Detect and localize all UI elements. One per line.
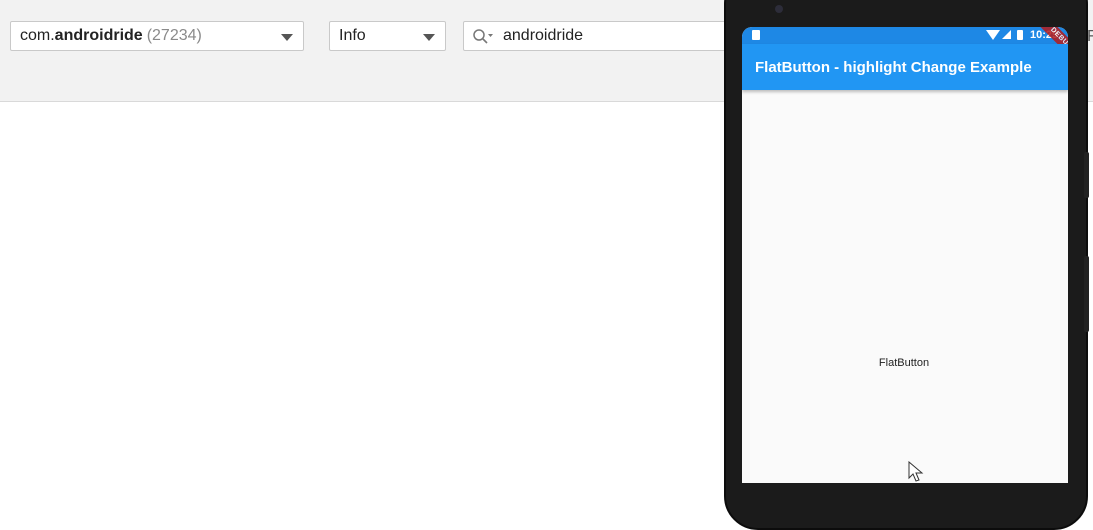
battery-icon: [1017, 30, 1023, 40]
process-select-label: com.androidride (27234): [20, 27, 202, 44]
search-icon: [473, 29, 493, 44]
log-level-label: Info: [339, 27, 366, 44]
volume-button[interactable]: [1084, 152, 1089, 198]
mouse-pointer-icon: [908, 461, 924, 482]
power-button[interactable]: [1084, 256, 1089, 332]
process-select[interactable]: com.androidride (27234): [10, 21, 304, 51]
app-title: FlatButton - highlight Change Example: [755, 59, 1032, 76]
camera-icon: [775, 5, 783, 13]
signal-icon: [1002, 30, 1011, 39]
flat-button[interactable]: FlatButton: [856, 349, 952, 377]
status-bar: 10:29 DEBUG: [742, 27, 1068, 66]
chevron-down-icon: [281, 34, 293, 41]
log-level-select[interactable]: Info: [329, 21, 446, 51]
search-input[interactable]: androidride: [463, 21, 743, 51]
sd-card-icon: [752, 30, 760, 40]
device-screen: 10:29 DEBUG FlatButton - highlight Chang…: [742, 27, 1068, 483]
app-bar: FlatButton - highlight Change Example: [742, 44, 1068, 90]
wifi-icon: [986, 30, 1000, 40]
chevron-down-icon: [423, 34, 435, 41]
